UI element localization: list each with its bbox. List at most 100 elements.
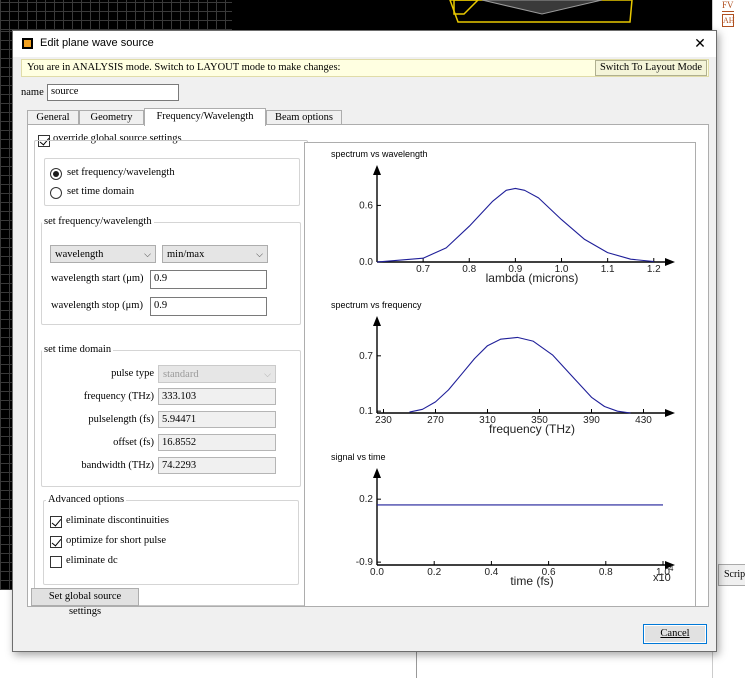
offset-label: offset (fs): [113, 437, 154, 448]
3d-view-canvas: [232, 0, 712, 30]
y-axis-arrow: [373, 468, 381, 478]
mode-info-bar: You are in ANALYSIS mode. Switch to LAYO…: [21, 59, 709, 77]
x-axis-label: frequency (THz): [489, 422, 575, 436]
advanced-options-title: Advanced options: [46, 494, 127, 505]
switch-layout-button[interactable]: Switch To Layout Mode: [594, 60, 707, 76]
offset-field: 16.8552: [158, 434, 276, 451]
x-tick-label: 430: [635, 415, 652, 426]
eliminate-dc-checkbox[interactable]: [50, 556, 62, 568]
chevron-down-icon: ⌵: [144, 250, 151, 260]
x-tick-label: 390: [583, 415, 600, 426]
pulse-type-label: pulse type: [111, 368, 154, 379]
quantity-select-value: wavelength: [55, 249, 104, 260]
ah-icon[interactable]: AH: [722, 14, 735, 27]
frequency-field: 333.103: [158, 388, 276, 405]
x-tick-label: 270: [427, 415, 444, 426]
series-line: [376, 187, 654, 263]
time-domain-group: set time domain pulse type standard ⌵ fr…: [41, 344, 301, 487]
quantity-select[interactable]: wavelength ⌵: [50, 245, 156, 263]
pulse-type-value: standard: [163, 369, 199, 380]
range-select-value: min/max: [167, 249, 205, 260]
frequency-group: set frequency/wavelength wavelength ⌵ mi…: [41, 216, 301, 325]
optimize-short-pulse-label: optimize for short pulse: [66, 535, 167, 546]
dialog-title: Edit plane wave source: [40, 37, 154, 49]
tab-geometry[interactable]: Geometry: [79, 110, 144, 125]
chart-title: spectrum vs frequency: [331, 300, 422, 310]
x-tick-label: 0.2: [427, 567, 441, 578]
radio-set-frequency-label: set frequency/wavelength: [67, 167, 175, 178]
mode-message: You are in ANALYSIS mode. Switch to LAYO…: [27, 62, 341, 73]
script-tab[interactable]: Scrip: [718, 564, 745, 586]
x-axis-label: lambda (microns): [486, 271, 579, 285]
x-multiplier-exponent: 4: [669, 564, 674, 573]
eliminate-dc-label: eliminate dc: [66, 555, 118, 566]
layout-grid-view: [0, 0, 232, 30]
tab-general[interactable]: General: [27, 110, 79, 125]
x-tick-label: 0.8: [462, 264, 476, 275]
divider: [416, 652, 417, 678]
series-line: [409, 336, 631, 414]
x-tick-label: 0.7: [416, 264, 430, 275]
source-plots-panel: spectrum vs wavelength 0.7 0.8 0.9 1.0 1.1 1.2…: [304, 142, 696, 607]
radio-set-time-domain[interactable]: [50, 187, 62, 199]
wavelength-stop-label: wavelength stop (μm): [51, 300, 143, 311]
set-global-source-settings-button[interactable]: Set global source settings: [31, 588, 139, 617]
pulse-type-select: standard ⌵: [158, 365, 276, 383]
tab-beam-options[interactable]: Beam options: [266, 110, 342, 125]
app-icon: [22, 38, 33, 49]
bandwidth-label: bandwidth (THz): [81, 460, 154, 471]
x-tick-label: 0.0: [370, 567, 384, 578]
x-multiplier: x10: [653, 572, 671, 584]
3d-object-outline: [449, 0, 633, 23]
x-tick-label: 230: [375, 415, 392, 426]
right-panel-icons: FV AH: [722, 0, 735, 27]
wavelength-stop-input[interactable]: 0.9: [150, 297, 267, 316]
y-tick-label: 0.2: [359, 494, 373, 505]
x-tick-label: 0.8: [599, 567, 613, 578]
x-tick-label: 0.4: [484, 567, 498, 578]
frequency-group-title: set frequency/wavelength: [42, 216, 154, 227]
source-plots: spectrum vs wavelength0.7 0.8 0.9 1.0 1.1 1.2…: [331, 149, 675, 588]
optimize-short-pulse-checkbox[interactable]: [50, 536, 62, 548]
y-tick-label: -0.9: [356, 557, 374, 568]
override-group: set frequency/wavelength set time domain…: [34, 140, 308, 606]
close-icon[interactable]: ✕: [690, 34, 710, 54]
tab-frequency-wavelength[interactable]: Frequency/Wavelength: [144, 108, 266, 126]
wavelength-start-label: wavelength start (μm): [51, 273, 144, 284]
x-tick-label: 1.1: [601, 264, 615, 275]
x-axis-label: time (fs): [510, 574, 553, 588]
cancel-button-label: Cancel: [660, 628, 690, 639]
range-select[interactable]: min/max ⌵: [162, 245, 268, 263]
name-input[interactable]: source: [47, 84, 179, 101]
wavelength-start-input[interactable]: 0.9: [150, 270, 267, 289]
y-tick-label: 0.0: [359, 257, 373, 268]
eliminate-discontinuities-checkbox[interactable]: [50, 516, 62, 528]
y-tick-label: 0.7: [359, 351, 373, 362]
y-tick-label: 0.6: [359, 200, 373, 211]
dialog-titlebar[interactable]: Edit plane wave source ✕: [13, 31, 716, 57]
bandwidth-field: 74.2293: [158, 457, 276, 474]
chevron-down-icon: ⌵: [264, 370, 271, 380]
time-domain-group-title: set time domain: [42, 344, 114, 355]
y-tick-label: 0.1: [359, 406, 373, 417]
y-axis-arrow: [373, 316, 381, 326]
x-tick-label: 1.2: [647, 264, 661, 275]
chevron-down-icon: ⌵: [256, 250, 263, 260]
eliminate-discontinuities-label: eliminate discontinuities: [66, 515, 169, 526]
fv-icon[interactable]: FV: [722, 0, 734, 12]
radio-set-time-domain-label: set time domain: [67, 186, 135, 197]
chart-title: spectrum vs wavelength: [331, 149, 428, 159]
edit-source-dialog: Edit plane wave source ✕ You are in ANAL…: [12, 30, 717, 652]
name-label: name: [21, 87, 44, 98]
x-axis-arrow: [665, 258, 675, 266]
radio-set-frequency[interactable]: [50, 168, 62, 180]
cancel-button[interactable]: Cancel: [643, 624, 707, 644]
frequency-label: frequency (THz): [83, 391, 154, 402]
chart-title: signal vs time: [331, 452, 386, 462]
pulselength-label: pulselength (fs): [88, 414, 154, 425]
y-axis-arrow: [373, 165, 381, 175]
x-axis-arrow: [665, 409, 675, 417]
mode-radio-group: set frequency/wavelength set time domain: [44, 158, 300, 206]
pulselength-field: 5.94471: [158, 411, 276, 428]
advanced-options-group: Advanced options eliminate discontinuiti…: [43, 494, 299, 585]
